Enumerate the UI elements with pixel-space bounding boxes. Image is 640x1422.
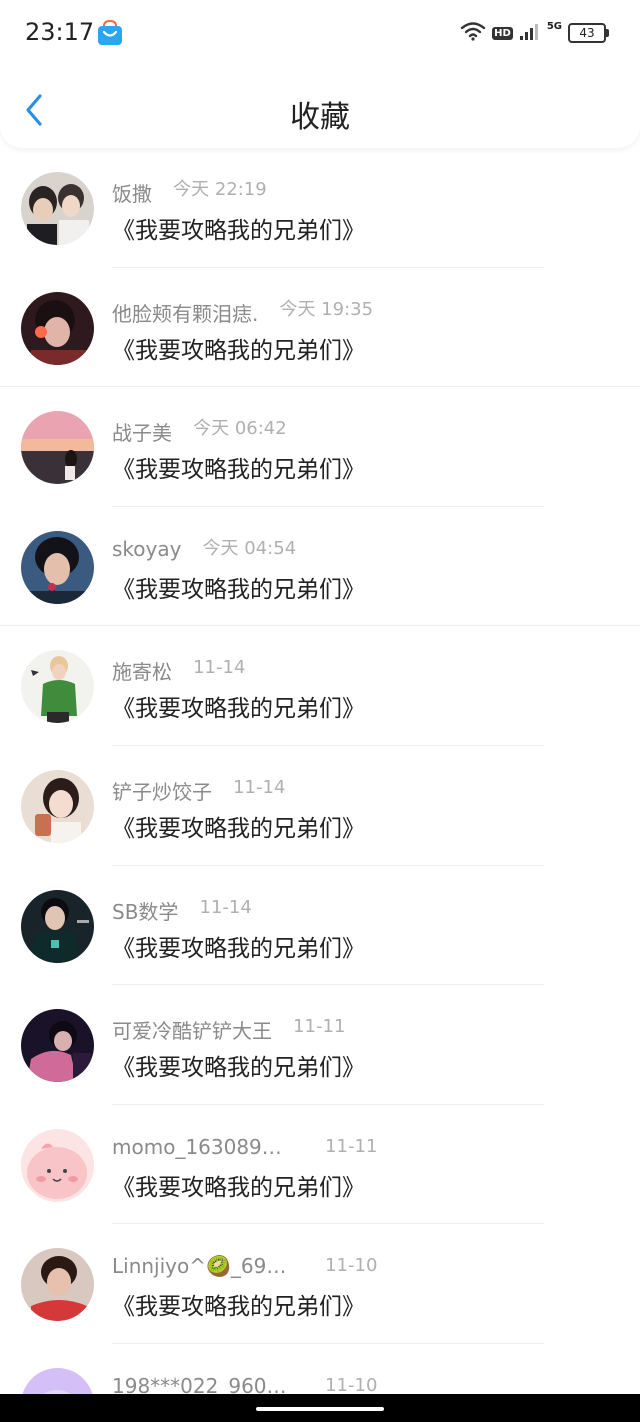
user-name: Linnjiyo^🥝_6958... [112,1254,292,1279]
list-item[interactable]: 他脸颊有颗泪痣. 今天 19:35 《我要攻略我的兄弟们》 [0,268,640,388]
avatar [21,291,94,365]
meta-row: momo_16308964... 11-11 [112,1135,377,1161]
book-title: 《我要攻略我的兄弟们》 [112,1055,365,1082]
user-name: skoyay [112,536,182,561]
user-name: 施寄松 [112,660,172,685]
top-bar: 23:17 HD 5G 43 收藏 [0,0,640,148]
battery-icon: 43 [568,23,609,43]
meta-row: 战子美 今天 06:42 [112,417,287,446]
book-title: 《我要攻略我的兄弟们》 [112,935,365,962]
avatar [21,769,94,843]
user-name: SB数学 [112,899,179,924]
user-name: 可爱冷酷铲铲大王 [112,1019,272,1044]
timestamp: 11-10 [325,1255,378,1277]
home-indicator[interactable] [256,1407,384,1411]
user-name: 铲子炒饺子 [112,779,212,804]
status-icons: HD 5G 43 [460,20,609,46]
book-title: 《我要攻略我的兄弟们》 [112,218,365,244]
timestamp: 11-14 [193,657,246,679]
page-title: 收藏 [290,100,350,135]
timestamp: 今天 04:54 [202,537,297,559]
meta-row: 铲子炒饺子 11-14 [112,776,286,804]
favorites-list: 饭撒 今天 22:19 《我要攻略我的兄弟们》 他脸颊有颗泪痣. 今天 19:3… [0,148,640,1422]
book-title: 《我要攻略我的兄弟们》 [112,815,365,842]
list-item[interactable]: SB数学 11-14 《我要攻略我的兄弟们》 [0,866,640,986]
avatar [21,889,94,963]
avatar [21,172,94,245]
status-time: 23:17 [25,18,95,46]
timestamp: 11-11 [293,1016,346,1038]
list-item[interactable]: skoyay 今天 04:54 《我要攻略我的兄弟们》 [0,507,640,627]
avatar [21,411,94,485]
user-name: momo_16308964... [112,1134,292,1159]
hd-badge: HD [492,26,513,40]
list-item[interactable]: Linnjiyo^🥝_6958... 11-10 《我要攻略我的兄弟们》 [0,1224,640,1344]
book-title: 《我要攻略我的兄弟们》 [112,696,365,723]
user-name: 战子美 [112,421,172,446]
timestamp: 今天 06:42 [193,418,287,440]
timestamp: 11-11 [325,1135,378,1157]
list-item[interactable]: 战子美 今天 06:42 《我要攻略我的兄弟们》 [0,387,640,507]
user-name: 他脸颊有颗泪痣. [112,301,259,326]
avatar [21,1009,94,1083]
gesture-nav-bar [0,1394,640,1422]
book-title: 《我要攻略我的兄弟们》 [112,1294,365,1321]
avatar [21,1128,94,1202]
avatar [21,530,94,604]
list-item[interactable]: 施寄松 11-14 《我要攻略我的兄弟们》 [0,626,640,746]
app-store-icon [96,19,124,46]
list-item[interactable]: momo_16308964... 11-11 《我要攻略我的兄弟们》 [0,1105,640,1225]
meta-row: 饭撒 今天 22:19 [112,178,267,206]
timestamp: 今天 22:19 [173,179,267,200]
avatar [21,1248,94,1322]
timestamp: 11-14 [199,896,252,918]
meta-row: 施寄松 11-14 [112,656,246,685]
list-item[interactable]: 饭撒 今天 22:19 《我要攻略我的兄弟们》 [0,148,640,268]
book-title: 《我要攻略我的兄弟们》 [112,1174,365,1201]
book-title: 《我要攻略我的兄弟们》 [112,576,365,603]
favorites-screen: 23:17 HD 5G 43 收藏 饭撒 今天 22:19 《我要攻略我的兄弟们… [0,0,640,1422]
timestamp: 11-14 [233,776,286,798]
list-item[interactable]: 可爱冷酷铲铲大王 11-11 《我要攻略我的兄弟们》 [0,985,640,1105]
avatar [21,650,94,724]
status-bar: 23:17 HD 5G 43 [0,0,640,66]
book-title: 《我要攻略我的兄弟们》 [112,457,365,484]
wifi-icon [460,21,486,45]
book-title: 《我要攻略我的兄弟们》 [112,337,365,364]
user-name: 饭撒 [112,182,152,206]
header: 收藏 [0,72,640,148]
meta-row: 他脸颊有颗泪痣. 今天 19:35 [112,298,374,326]
network-type: 5G [546,20,562,32]
meta-row: skoyay 今天 04:54 [112,537,296,563]
list-item[interactable]: 铲子炒饺子 11-14 《我要攻略我的兄弟们》 [0,746,640,866]
meta-row: 可爱冷酷铲铲大王 11-11 [112,1015,346,1044]
signal-icon [519,21,541,45]
meta-row: Linnjiyo^🥝_6958... 11-10 [112,1254,377,1280]
timestamp: 今天 19:35 [279,298,374,320]
meta-row: SB数学 11-14 [112,896,252,924]
